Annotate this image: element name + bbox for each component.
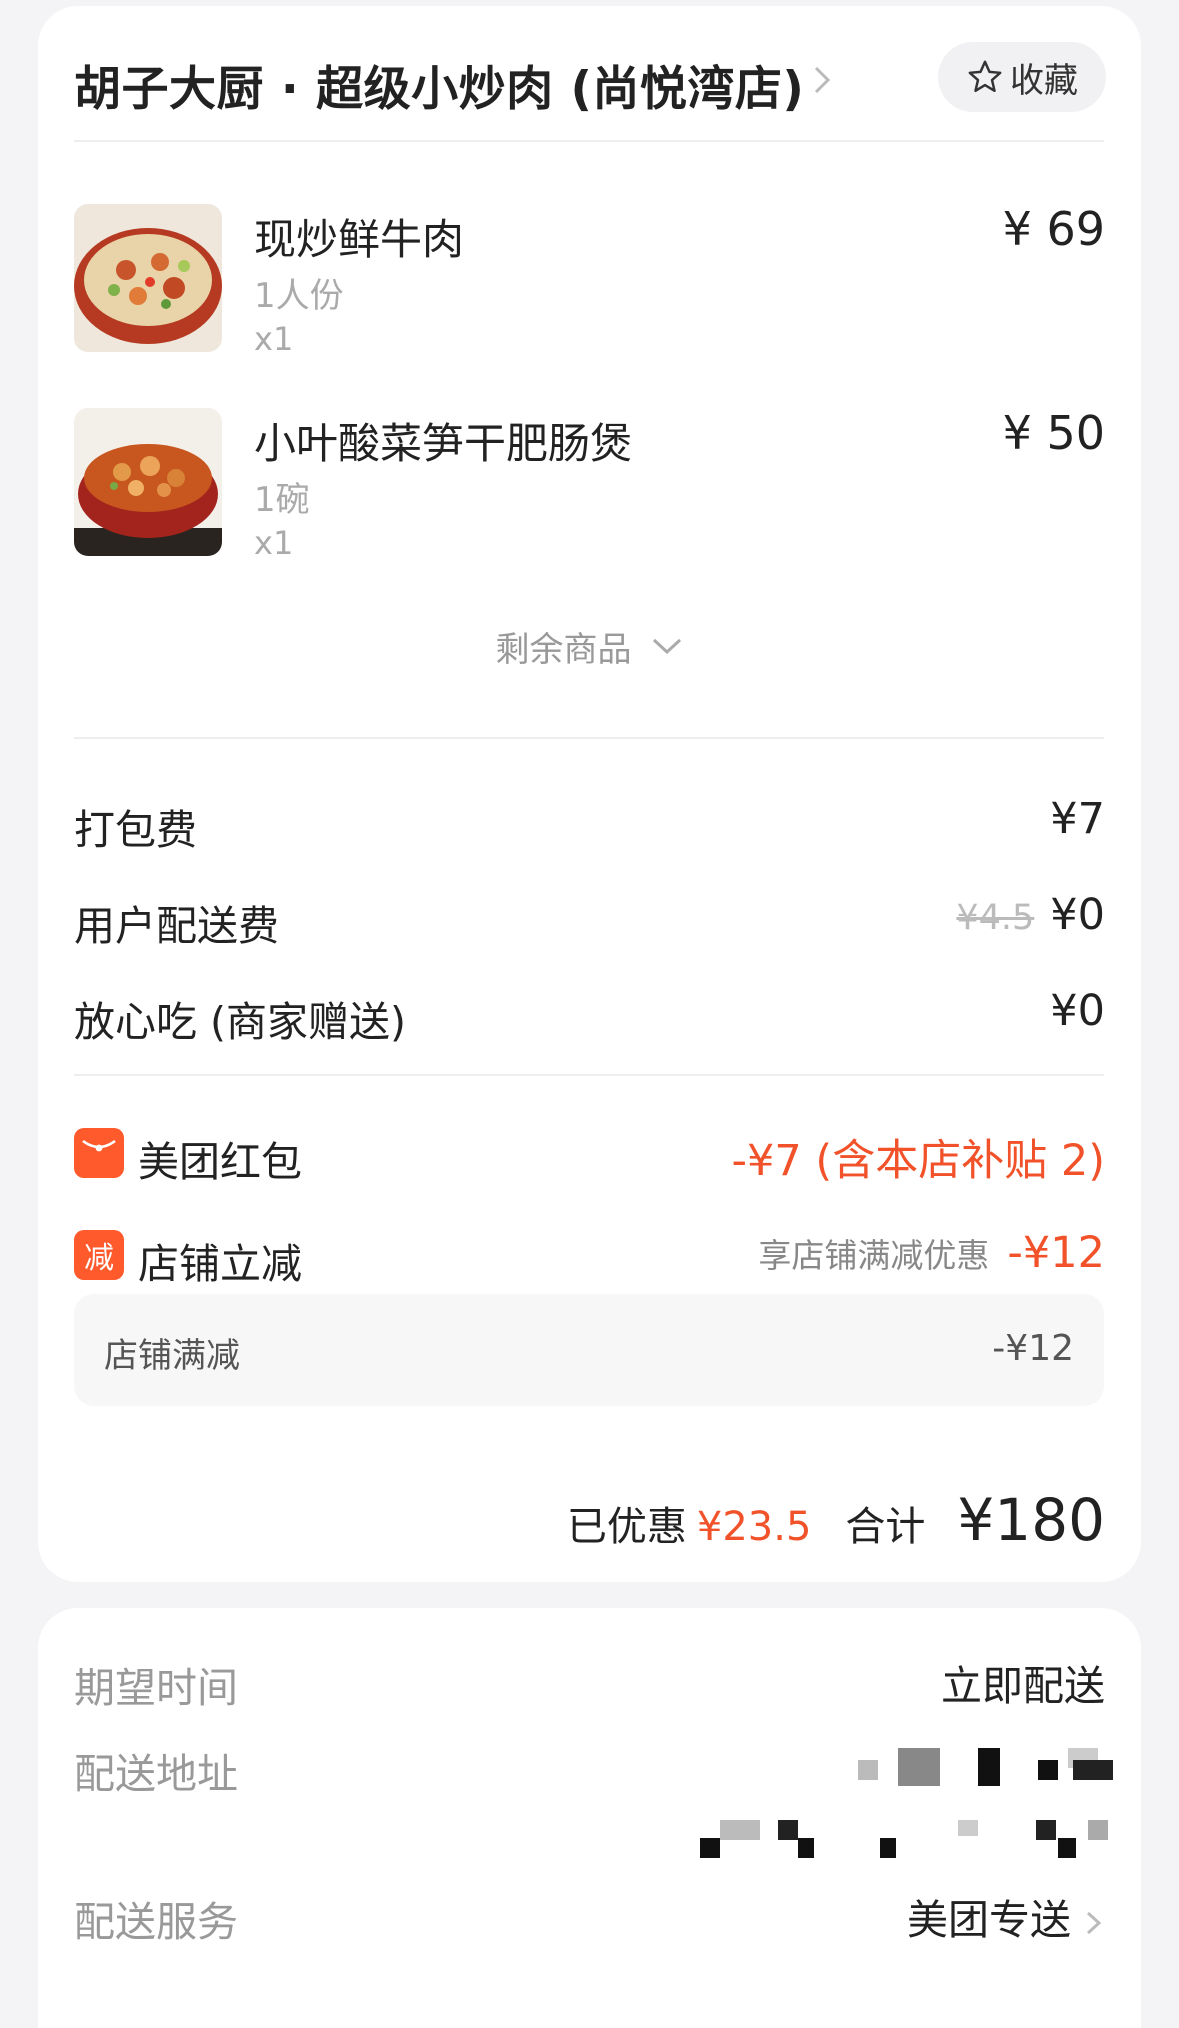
divider: [74, 737, 1104, 739]
chevron-down-icon: [652, 638, 681, 655]
service-label: 配送服务: [74, 1898, 238, 1946]
chevron-right-icon[interactable]: [808, 58, 838, 102]
saved-value: ¥23.5: [696, 1504, 812, 1550]
address-label: 配送地址: [74, 1750, 238, 1798]
item-price: ¥ 69: [1002, 202, 1105, 256]
item-spec: 1人份: [254, 276, 344, 316]
item-qty: x1: [254, 524, 294, 562]
total-label: 合计: [845, 1504, 926, 1550]
divider: [74, 1074, 1104, 1076]
more-items-label: 剩余商品: [495, 629, 632, 670]
red-packet-icon: [74, 1128, 124, 1178]
item-price: ¥ 50: [1002, 406, 1105, 460]
packing-fee-label: 打包费: [74, 806, 197, 854]
red-packet-value[interactable]: -¥7 (含本店补贴 2): [732, 1126, 1105, 1188]
discount-detail-value: -¥12: [992, 1328, 1074, 1369]
shop-discount-label: 店铺立减: [138, 1240, 302, 1288]
total-row: 已优惠 ¥23.5 合计 ¥180: [567, 1486, 1105, 1554]
divider: [74, 140, 1104, 142]
service-value-row[interactable]: 美团专送: [907, 1886, 1105, 1946]
delivery-card: 期望时间 立即配送 配送地址 配送服务 美团专送: [38, 1608, 1141, 2028]
delivery-fee-current: ¥0: [1050, 890, 1105, 940]
expected-time-label: 期望时间: [74, 1664, 238, 1712]
shop-name[interactable]: 胡子大厨 · 超级小炒肉 (尚悦湾店): [74, 50, 804, 119]
service-value: 美团专送: [907, 1896, 1071, 1944]
discount-detail-label: 店铺满减: [104, 1336, 240, 1376]
safe-eat-value: ¥0: [1050, 986, 1105, 1036]
shop-discount-value-row: 享店铺满减优惠 -¥12: [758, 1228, 1105, 1278]
shop-discount-note: 享店铺满减优惠: [758, 1236, 990, 1275]
more-items-toggle[interactable]: 剩余商品: [38, 616, 1141, 676]
discount-badge-icon: 减: [74, 1230, 124, 1280]
discount-detail-box: 店铺满减 -¥12: [74, 1294, 1104, 1406]
dish-beef-photo[interactable]: [74, 204, 222, 352]
item-spec: 1碗: [254, 480, 310, 520]
delivery-fee-label: 用户配送费: [74, 902, 279, 950]
delivery-fee-original: ¥4.5: [956, 898, 1035, 938]
star-icon: [968, 60, 1002, 93]
order-card: 胡子大厨 · 超级小炒肉 (尚悦湾店) 收藏 现炒鲜牛肉 1人份 x1 ¥ 69: [38, 6, 1141, 1582]
delivery-fee-value: ¥4.5 ¥0: [956, 890, 1105, 940]
dish-intestine-pot-photo[interactable]: [74, 408, 222, 556]
chevron-right-icon: [1086, 1911, 1102, 1935]
safe-eat-label: 放心吃 (商家赠送): [74, 998, 407, 1046]
red-packet-label: 美团红包: [138, 1138, 302, 1186]
item-name: 现炒鲜牛肉: [254, 215, 465, 264]
expected-time-value[interactable]: 立即配送: [941, 1652, 1105, 1712]
favorite-label: 收藏: [1010, 60, 1078, 101]
saved-label: 已优惠: [566, 1504, 687, 1550]
packing-fee-value: ¥7: [1050, 794, 1105, 844]
favorite-button[interactable]: 收藏: [938, 42, 1106, 112]
item-name: 小叶酸菜笋干肥肠煲: [254, 419, 633, 468]
address-value-redacted[interactable]: [618, 1728, 1138, 1878]
total-value: ¥180: [957, 1486, 1105, 1554]
shop-discount-value: -¥12: [1007, 1228, 1105, 1278]
item-qty: x1: [254, 320, 294, 358]
